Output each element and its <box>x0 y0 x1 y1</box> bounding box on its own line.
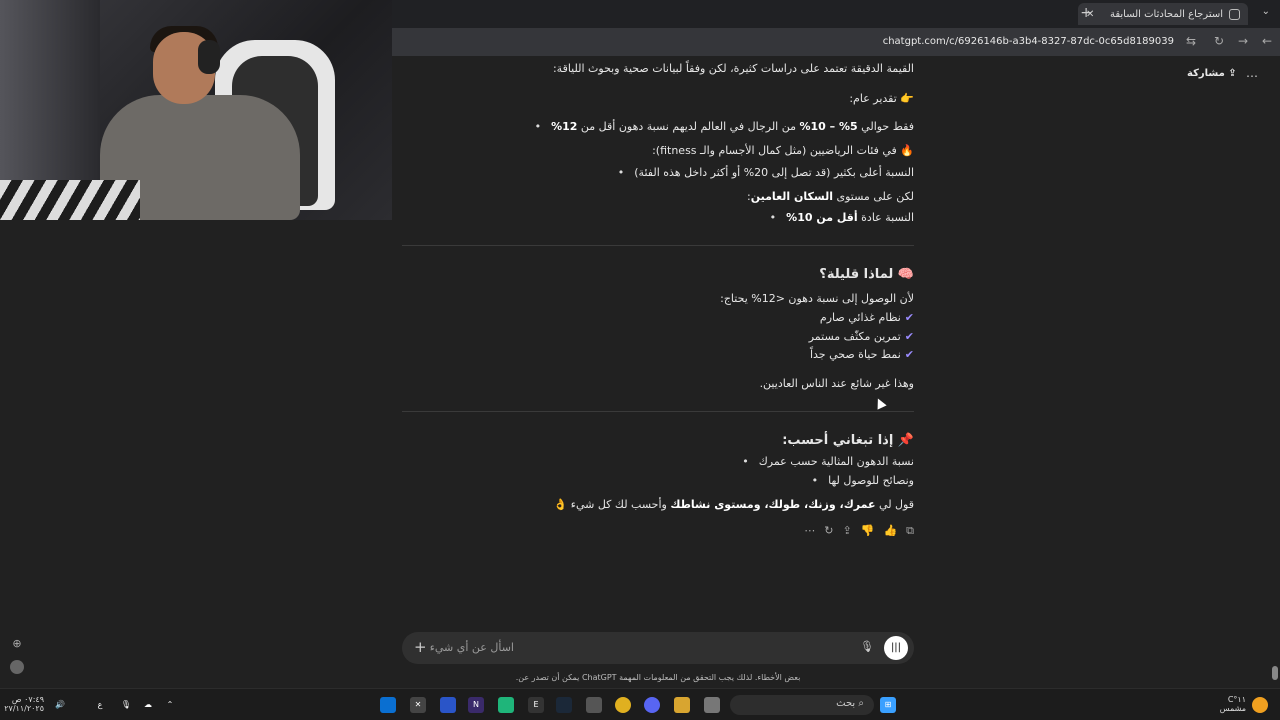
share-button[interactable]: مشاركة ⇪ <box>1187 68 1237 79</box>
address-bar: ← → ↻ ⇆ chatgpt.com/c/6926146b-a3b4-8327… <box>392 28 1280 56</box>
mouse-cursor <box>873 396 887 410</box>
divider <box>402 245 914 246</box>
add-attachment-button[interactable]: + <box>414 638 427 656</box>
disclaimer: بعض الأخطاء. لذلك يجب التحقق من المعلوما… <box>515 673 801 682</box>
check-item: ✔نظام غذائي صارم <box>819 311 914 324</box>
site-settings-icon[interactable]: ⇆ <box>1186 34 1196 48</box>
check-item: ✔نمط حياة صحي جداً <box>809 348 914 361</box>
epic-games-icon[interactable]: E <box>528 697 544 713</box>
app-icon[interactable]: ✕ <box>410 697 426 713</box>
check-item: ✔تمرين مكثّف مستمر <box>808 330 914 343</box>
prompt-input[interactable]: اسأل عن أي شيء <box>430 641 514 654</box>
browser-tabbar: استرجاع المحادثات السابقة ✕ + ⌄ <box>392 0 1280 28</box>
globe-icon[interactable]: ⊕ <box>10 637 24 651</box>
divider <box>402 411 914 412</box>
tab-search-icon[interactable]: ⌄ <box>1262 6 1270 17</box>
thumbs-down-icon[interactable]: 👎 <box>861 524 875 538</box>
app-icon[interactable] <box>440 697 456 713</box>
message-line: لكن على مستوى السكان العامين: <box>747 190 914 203</box>
message-actions: ⧉ 👍 👎 ⇪ ↻ ⋯ <box>804 524 914 538</box>
microphone-icon[interactable]: 🎙 <box>860 640 874 653</box>
screen: استرجاع المحادثات السابقة ✕ + ⌄ ← → ↻ ⇆ … <box>0 0 1280 720</box>
speaker-icon[interactable]: 🔊 <box>52 697 68 713</box>
sun-icon <box>1252 697 1268 713</box>
regenerate-icon[interactable]: ↻ <box>824 524 833 538</box>
thumbs-up-icon[interactable]: 👍 <box>883 524 897 538</box>
list-item: النسبة عادة أقل من 10% <box>770 211 914 224</box>
check-icon: ✔ <box>904 311 914 324</box>
clock[interactable]: ٠٧:٤٩ ص ٢٧/١١/٢٠٢٥ <box>4 695 44 713</box>
more-options-icon[interactable]: … <box>1246 66 1258 80</box>
discord-icon[interactable] <box>644 697 660 713</box>
scrollbar[interactable] <box>1272 56 1278 688</box>
list-item: ونصائح للوصول لها <box>812 474 914 487</box>
section-heading: 🧠 لماذا قليلة؟ <box>819 267 914 282</box>
message-line: لأن الوصول إلى نسبة دهون <12% يحتاج: <box>720 292 914 305</box>
section-heading: 📌 إذا تبغاني أحسب: <box>782 433 914 448</box>
chevron-up-icon[interactable]: ⌃ <box>162 697 178 713</box>
back-icon[interactable]: ← <box>1262 34 1272 48</box>
app-icon[interactable] <box>704 697 720 713</box>
reload-icon[interactable]: ↻ <box>1214 34 1224 48</box>
list-item: النسبة أعلى بكثير (قد تصل إلى 20% أو أكث… <box>618 166 914 179</box>
weather-widget[interactable]: ١١°C مشمس <box>1214 695 1246 713</box>
forward-icon[interactable]: → <box>1238 34 1248 48</box>
file-explorer-icon[interactable] <box>674 697 690 713</box>
windows-start-icon[interactable]: ⊞ <box>880 697 896 713</box>
app-icon[interactable] <box>586 697 602 713</box>
list-item: فقط حوالي 5% – 10% من الرجال في العالم ل… <box>535 120 914 133</box>
microphone-tray-icon[interactable]: 🎙 <box>118 697 134 713</box>
steam-icon[interactable] <box>556 697 572 713</box>
app-icon[interactable] <box>380 697 396 713</box>
check-icon: ✔ <box>904 348 914 361</box>
language-indicator[interactable]: ع <box>92 697 108 713</box>
avatar[interactable] <box>10 660 24 674</box>
list-item: نسبة الدهون المثالية حسب عمرك <box>742 455 914 468</box>
copy-icon[interactable]: ⧉ <box>906 524 914 538</box>
chrome-icon[interactable] <box>615 697 631 713</box>
share-icon[interactable]: ⇪ <box>843 524 852 538</box>
app-icon[interactable] <box>498 697 514 713</box>
more-icon[interactable]: ⋯ <box>804 524 815 538</box>
message-line: 👉 تقدير عام: <box>849 92 914 105</box>
voice-mode-button[interactable]: ||| <box>884 636 908 660</box>
message-line: 🔥 في فئات الرياضيين (مثل كمال الأجسام وا… <box>652 144 914 157</box>
message-line: قول لي عمرك، وزنك، طولك، ومستوى نشاطك وأ… <box>553 498 914 511</box>
check-icon: ✔ <box>904 330 914 343</box>
taskbar: ٠٧:٤٩ ص ٢٧/١١/٢٠٢٥ 🔊 ع 🎙 ☁ ⌃ ✕ N E ⌕ بحث… <box>0 688 1280 720</box>
new-tab-icon[interactable]: + <box>1080 5 1092 21</box>
composer[interactable]: + اسأل عن أي شيء 🎙 ||| <box>402 632 914 664</box>
onedrive-icon[interactable]: ☁ <box>140 697 156 713</box>
app-icon[interactable]: N <box>468 697 484 713</box>
url-field[interactable]: chatgpt.com/c/6926146b-a3b4-8327-87dc-0c… <box>883 36 1174 47</box>
taskbar-search[interactable]: ⌕ بحث <box>730 695 874 715</box>
message-line: وهذا غير شائع عند الناس العاديين. <box>759 377 914 390</box>
tab-title: استرجاع المحادثات السابقة <box>1109 8 1223 20</box>
message-line: القيمة الدقيقة تعتمد على دراسات كثيرة، ل… <box>552 62 914 75</box>
browser-tab[interactable]: استرجاع المحادثات السابقة ✕ <box>1078 3 1248 25</box>
chatgpt-favicon-icon <box>1229 8 1240 20</box>
webcam-overlay <box>0 0 392 220</box>
